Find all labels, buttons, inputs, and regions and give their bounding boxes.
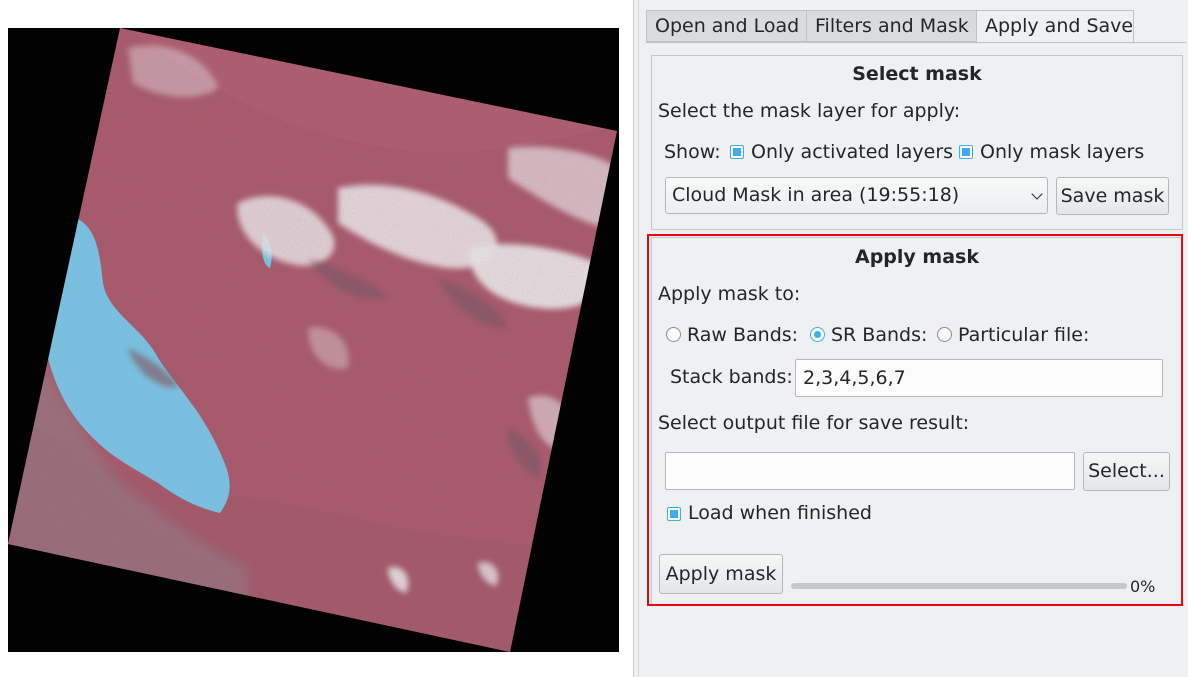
select-output-button[interactable]: Select...	[1083, 452, 1170, 491]
mask-layer-value: Cloud Mask in area (19:55:18)	[672, 184, 960, 206]
tab-open-and-load[interactable]: Open and Load	[646, 10, 807, 42]
apply-mask-title: Apply mask	[855, 246, 979, 268]
only-mask-label[interactable]: Only mask layers	[980, 141, 1144, 163]
output-file-label: Select output file for save result:	[658, 412, 970, 434]
select-mask-instruction: Select the mask layer for apply:	[658, 100, 961, 122]
load-when-finished-label[interactable]: Load when finished	[688, 502, 872, 524]
false-color-raster	[8, 28, 619, 652]
raw-bands-label[interactable]: Raw Bands:	[687, 324, 798, 346]
cloud-masking-panel: Open and Load Filters and Mask Apply and…	[639, 0, 1188, 677]
apply-mask-button[interactable]: Apply mask	[659, 554, 783, 594]
particular-file-radio[interactable]	[937, 327, 952, 342]
output-file-input[interactable]	[665, 452, 1075, 490]
sr-bands-label[interactable]: SR Bands:	[831, 324, 927, 346]
tab-apply-and-save[interactable]: Apply and Save	[976, 10, 1134, 44]
select-mask-title: Select mask	[852, 63, 982, 85]
raw-bands-radio[interactable]	[666, 327, 681, 342]
satellite-image[interactable]	[8, 28, 619, 652]
stack-bands-input[interactable]: 2,3,4,5,6,7	[795, 359, 1163, 397]
tab-page-apply-and-save: Select mask Select the mask layer for ap…	[646, 42, 1186, 611]
mask-layer-select[interactable]: Cloud Mask in area (19:55:18)	[665, 177, 1048, 214]
select-mask-group: Select mask Select the mask layer for ap…	[651, 55, 1183, 230]
apply-mask-group: Apply mask Apply mask to: Raw Bands: SR …	[651, 237, 1183, 605]
save-mask-button[interactable]: Save mask	[1056, 177, 1169, 215]
tab-filters-and-mask[interactable]: Filters and Mask	[806, 10, 977, 42]
only-activated-label[interactable]: Only activated layers	[751, 141, 953, 163]
apply-progress-bar	[791, 583, 1127, 589]
load-when-finished-checkbox[interactable]	[667, 507, 681, 521]
only-mask-checkbox[interactable]	[959, 145, 973, 159]
show-label: Show:	[664, 141, 721, 163]
chevron-down-icon	[1031, 187, 1043, 200]
apply-progress-text: 0%	[1130, 577, 1156, 596]
tab-bar: Open and Load Filters and Mask Apply and…	[646, 10, 1134, 44]
sr-bands-radio[interactable]	[810, 327, 825, 342]
particular-file-label[interactable]: Particular file:	[958, 324, 1089, 346]
apply-mask-to-label: Apply mask to:	[658, 283, 801, 305]
stack-bands-label: Stack bands:	[670, 366, 793, 388]
only-activated-checkbox[interactable]	[730, 145, 744, 159]
map-canvas[interactable]	[0, 0, 633, 677]
